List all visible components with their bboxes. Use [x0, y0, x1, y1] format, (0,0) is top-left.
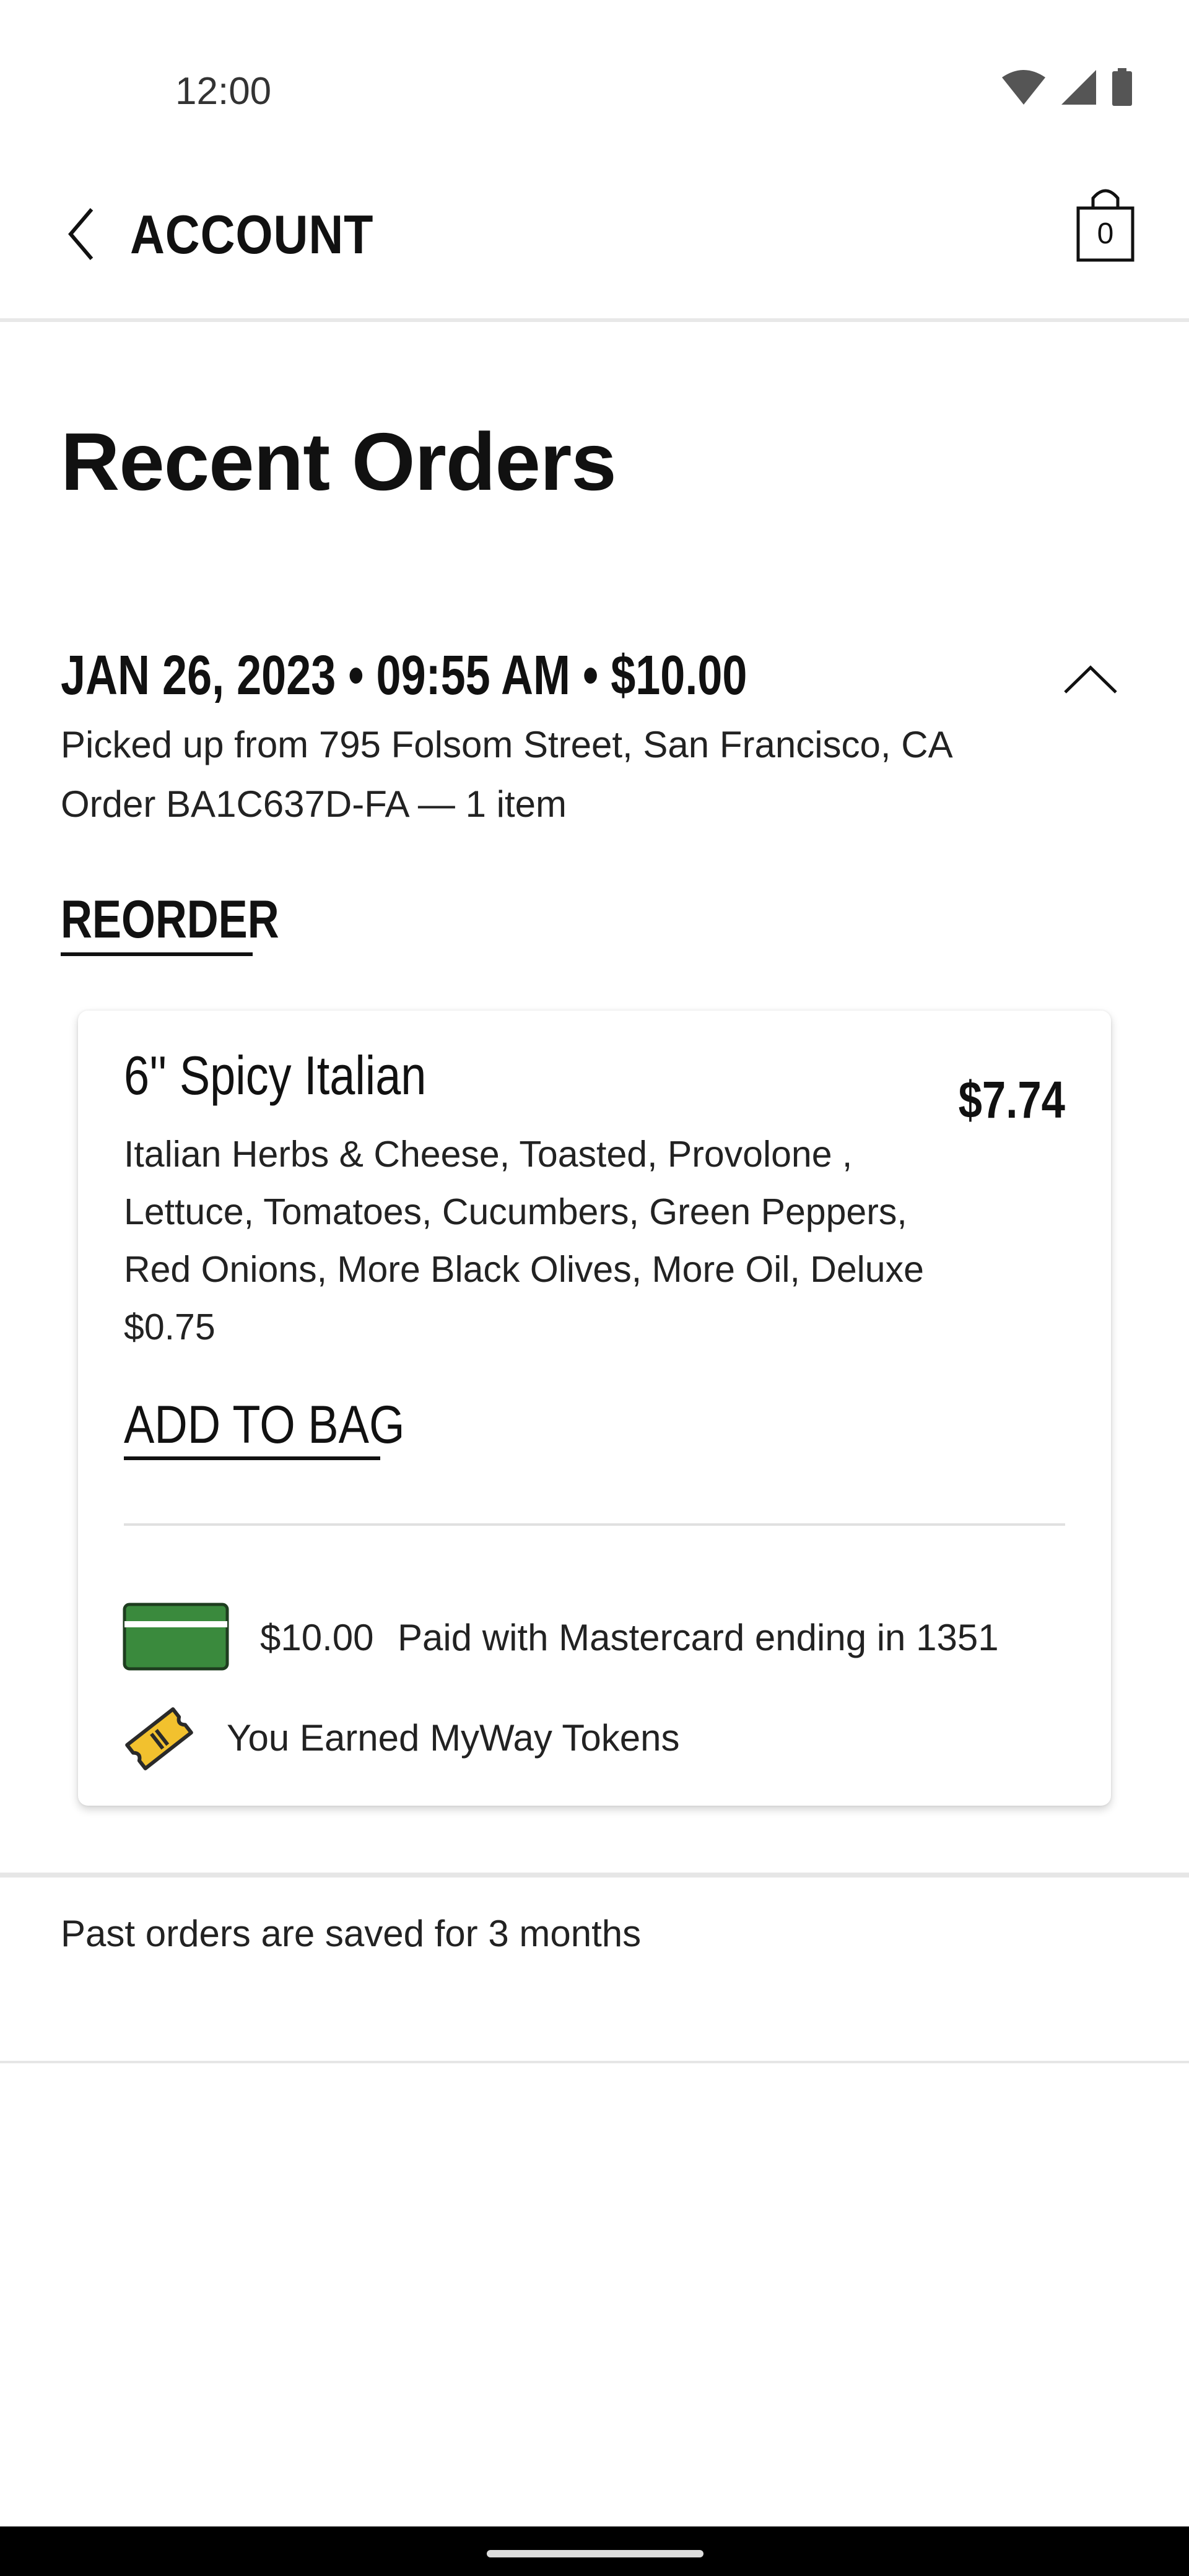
reorder-button[interactable]: REORDER: [61, 889, 279, 951]
payment-method-text: Paid with Mastercard ending in 1351: [398, 1617, 999, 1658]
item-price: $7.74: [958, 1071, 1065, 1129]
home-gesture-pill[interactable]: [487, 2550, 703, 2557]
chevron-left-icon[interactable]: [62, 204, 99, 264]
reorder-underline: [61, 952, 253, 956]
paid-amount: $10.00: [260, 1617, 374, 1658]
section-divider: [0, 1873, 1189, 1878]
page-title: Recent Orders: [61, 416, 617, 507]
item-name: 6'' Spicy Italian: [124, 1045, 427, 1106]
status-time: 12:00: [175, 70, 272, 113]
battery-icon: [1112, 68, 1132, 106]
item-description: Italian Herbs & Cheese, Toasted, Provolo…: [124, 1134, 924, 1347]
bag-count: 0: [1097, 217, 1114, 250]
past-orders-note: Past orders are saved for 3 months: [61, 1913, 642, 1954]
add-to-bag-underline: [124, 1456, 380, 1460]
cell-signal-icon: [1061, 70, 1096, 105]
order-summary: JAN 26, 2023 • 09:55 AM • $10.00: [61, 645, 747, 707]
section-divider-bottom: [0, 2061, 1189, 2063]
tokens-earned-text: You Earned MyWay Tokens: [227, 1717, 680, 1759]
header-divider: [0, 318, 1189, 322]
header-title: ACCOUNT: [130, 204, 374, 265]
chevron-up-icon[interactable]: [1063, 663, 1118, 695]
wifi-icon: [1002, 70, 1045, 105]
add-to-bag-button[interactable]: ADD TO BAG: [124, 1395, 404, 1456]
ticket-icon: [125, 1707, 193, 1770]
status-icons: [1001, 68, 1133, 107]
card-divider: [124, 1523, 1065, 1526]
credit-card-icon: [123, 1603, 229, 1671]
order-id-line: Order BA1C637D-FA — 1 item: [61, 783, 567, 825]
pickup-location: Picked up from 795 Folsom Street, San Fr…: [61, 724, 953, 765]
